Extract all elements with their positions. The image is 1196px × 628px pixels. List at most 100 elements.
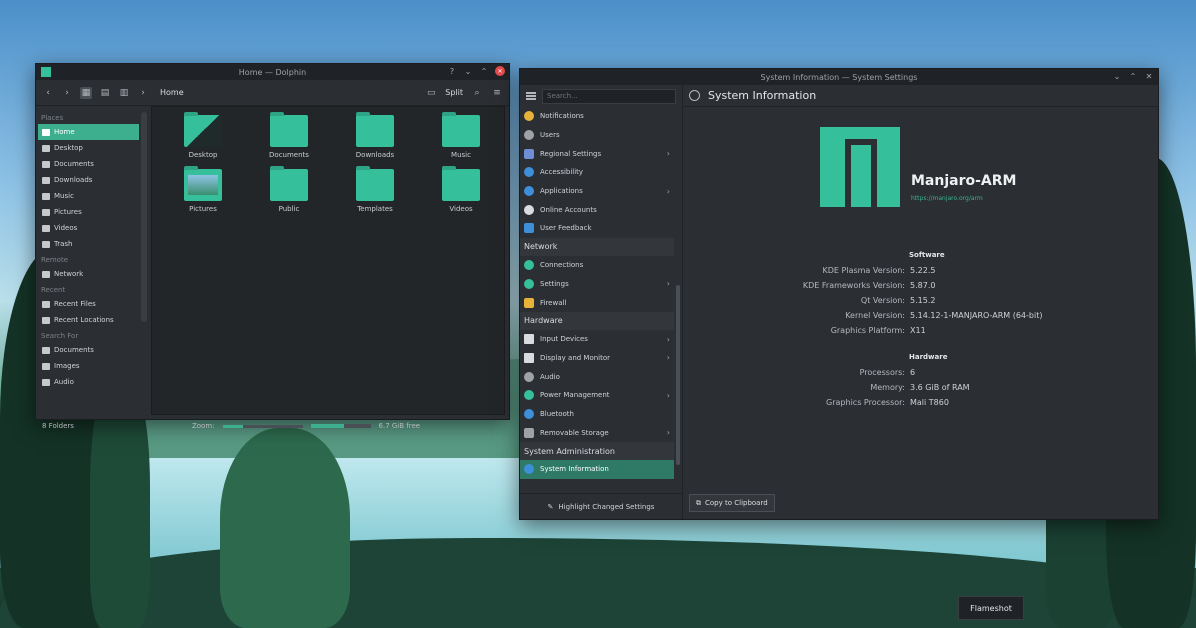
category-connections[interactable]: Connections [520,256,674,275]
keyboard-icon [524,334,534,345]
dolphin-titlebar[interactable]: Home — Dolphin ? ⌄ ⌃ ✕ [36,64,509,80]
forward-icon[interactable]: › [61,87,73,99]
distro-url[interactable]: https://manjaro.org/arm [911,195,983,202]
category-users[interactable]: Users [520,126,674,145]
sidebar-item-network[interactable]: Network [38,266,139,282]
category-accessibility[interactable]: Accessibility [520,163,674,182]
window-title: System Information — System Settings [760,72,918,82]
monitor-icon [524,352,534,363]
split-button[interactable]: Split [445,88,463,97]
category-regional-settings[interactable]: Regional Settings › [520,144,674,163]
copy-to-clipboard-button[interactable]: ⧉ Copy to Clipboard [689,494,775,512]
chevron-right-icon: › [666,334,670,344]
music-folder-icon [442,112,480,147]
recent-heading: Recent [41,286,66,294]
chevron-right-icon: › [666,390,670,400]
network-settings-icon [524,278,534,289]
sidebar-item-search-images[interactable]: Images [38,358,139,374]
search-icon[interactable]: ⌕ [471,87,483,99]
folder-item[interactable]: Videos [418,166,504,213]
category-audio[interactable]: Audio [520,367,674,386]
close-icon[interactable]: ✕ [495,66,505,76]
category-applications[interactable]: Applications › [520,182,674,201]
highlight-changed-button[interactable]: ✎ Highlight Changed Settings [520,493,682,519]
icons-view-icon[interactable]: ▦ [80,86,92,99]
zoom-slider[interactable] [222,424,303,428]
zoom-slider-fill [222,424,243,428]
videos-icon [42,224,50,232]
software-heading: Software [909,251,945,259]
category-power-management[interactable]: Power Management › [520,386,674,405]
images-icon [42,362,50,370]
sidebar-item-home[interactable]: Home [38,124,140,140]
folder-item[interactable]: Desktop [160,112,246,159]
hamburger-menu-icon[interactable] [526,92,536,100]
back-icon[interactable]: ‹ [42,87,54,99]
info-icon [524,464,534,475]
settings-titlebar[interactable]: System Information — System Settings ⌄ ⌃… [520,69,1158,85]
details-view-icon[interactable]: ▥ [118,87,130,99]
info-row: KDE Frameworks Version: 5.87.0 [802,281,936,290]
firewall-icon [524,297,534,308]
folder-item[interactable]: Templates [332,166,418,213]
close-icon[interactable]: ✕ [1144,71,1154,81]
minimize-icon[interactable]: ⌄ [1112,71,1122,81]
sidebar-item-videos[interactable]: Videos [38,220,139,236]
breadcrumb-chevron-icon[interactable]: › [137,87,149,99]
category-bluetooth[interactable]: Bluetooth [520,405,674,424]
recent-locations-icon [42,316,50,324]
category-removable-storage[interactable]: Removable Storage › [520,423,674,442]
category-notifications[interactable]: Notifications [520,107,674,126]
desktop-folder-icon [184,112,222,147]
sidebar-item-music[interactable]: Music [38,188,139,204]
help-icon[interactable]: ? [447,66,457,76]
sidebar-item-trash[interactable]: Trash [38,236,139,252]
sidebar-item-documents[interactable]: Documents [38,156,139,172]
chevron-right-icon: › [666,353,670,363]
breadcrumb[interactable]: Home [160,88,184,97]
category-online-accounts[interactable]: Online Accounts [520,200,674,219]
sidebar-item-search-audio[interactable]: Audio [38,374,139,390]
file-view[interactable]: Desktop Documents Downloads Music Pictur… [151,106,505,415]
disk-usage-fill [310,424,344,428]
category-firewall[interactable]: Firewall [520,293,674,312]
downloads-icon [42,176,50,184]
feedback-icon [524,223,534,234]
flameshot-tooltip: Flameshot [958,596,1024,620]
sidebar-item-recent-locations[interactable]: Recent Locations [38,312,139,328]
minimize-icon[interactable]: ⌄ [463,66,473,76]
folder-item[interactable]: Pictures [160,166,246,213]
manjaro-logo [820,127,900,207]
category-system-information[interactable]: System Information [520,460,674,479]
folder-item[interactable]: Documents [246,112,332,159]
menu-icon[interactable]: ≡ [491,87,503,99]
free-space: 6.7 GiB free [378,422,421,430]
app-icon[interactable] [41,67,51,77]
category-display-and-monitor[interactable]: Display and Monitor › [520,349,674,368]
music-icon [42,192,50,200]
desktop-icon [42,144,50,152]
sidebar-item-downloads[interactable]: Downloads [38,172,139,188]
sidebar-item-pictures[interactable]: Pictures [38,204,139,220]
documents-folder-icon [270,112,308,147]
places-panel: Places Home Desktop Documents Downloads … [36,106,141,419]
info-row: KDE Plasma Version: 5.22.5 [822,266,936,275]
sidebar-scrollbar[interactable] [676,285,680,465]
audio-icon [42,378,50,386]
settings-search-input[interactable] [542,88,676,104]
category-user-feedback[interactable]: User Feedback [520,219,674,238]
documents-icon [42,346,50,354]
compact-view-icon[interactable]: ▤ [99,87,111,99]
sidebar-item-desktop[interactable]: Desktop [38,140,139,156]
category-input-devices[interactable]: Input Devices › [520,330,674,349]
sidebar-scrollbar[interactable] [141,112,147,322]
folder-item[interactable]: Public [246,166,332,213]
folder-item[interactable]: Downloads [332,112,418,159]
maximize-icon[interactable]: ⌃ [1128,71,1138,81]
maximize-icon[interactable]: ⌃ [479,66,489,76]
sidebar-item-recent-files[interactable]: Recent Files [38,296,139,312]
category-network-settings[interactable]: Settings › [520,275,674,294]
sidebar-item-search-documents[interactable]: Documents [38,342,139,358]
accessibility-icon [524,167,534,178]
folder-item[interactable]: Music [418,112,504,159]
